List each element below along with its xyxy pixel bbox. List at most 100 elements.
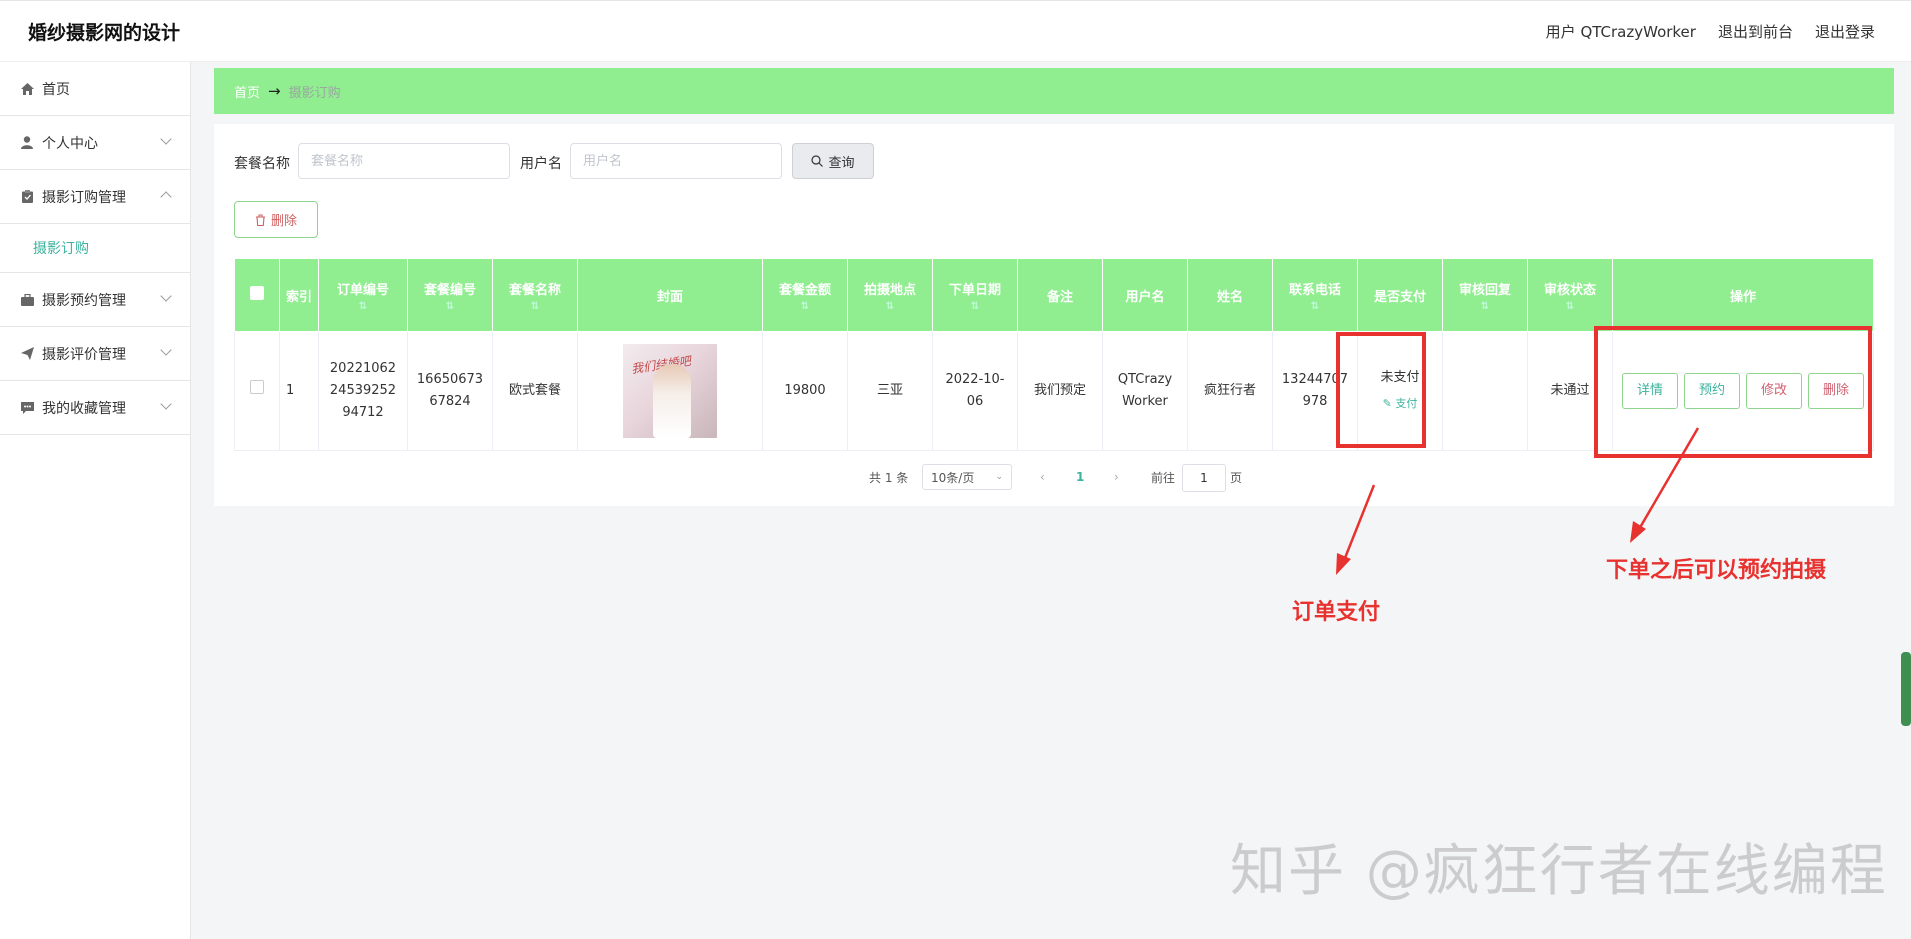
top-bar: 婚纱摄影网的设计 用户 QTCrazyWorker 退出到前台 退出登录	[0, 0, 1911, 62]
sort-icon[interactable]: ⇅	[497, 301, 573, 312]
chevron-down-icon	[160, 398, 172, 410]
user-icon	[20, 136, 34, 150]
sort-icon[interactable]: ⇅	[1532, 301, 1608, 312]
col-paid[interactable]: 是否支付	[1357, 258, 1443, 332]
cover-image[interactable]: 我们结婚吧	[623, 344, 717, 438]
home-icon	[20, 82, 34, 96]
top-nav: 用户 QTCrazyWorker 退出到前台 退出登录	[1546, 21, 1875, 42]
chevron-down-icon	[160, 290, 172, 302]
chevron-down-icon: ⌄	[995, 472, 1003, 482]
sidebar-item-order-management[interactable]: 摄影订购管理	[0, 170, 190, 224]
username-input[interactable]	[570, 143, 782, 179]
clipboard-icon	[20, 190, 34, 204]
col-amount[interactable]: 套餐金额 ⇅	[762, 258, 848, 332]
search-icon	[811, 155, 824, 167]
row-checkbox[interactable]	[250, 380, 264, 394]
query-button[interactable]: 查询	[792, 143, 874, 179]
current-user[interactable]: 用户 QTCrazyWorker	[1546, 21, 1696, 42]
prev-page-icon[interactable]: ‹	[1040, 464, 1045, 490]
arrow-head	[1336, 553, 1351, 575]
chevron-down-icon	[160, 133, 172, 145]
row-select-cell[interactable]	[234, 331, 280, 451]
col-remark[interactable]: 备注	[1017, 258, 1103, 332]
col-cover: 封面	[577, 258, 763, 332]
sort-icon[interactable]: ⇅	[1277, 301, 1353, 312]
exit-to-front-link[interactable]: 退出到前台	[1718, 21, 1793, 42]
cell-name: 疯狂行者	[1187, 331, 1273, 451]
sort-icon[interactable]: ⇅	[852, 301, 928, 312]
bride-figure	[653, 364, 691, 438]
sidebar: 首页 个人中心 摄影订购管理 摄影订购 摄影预约管理 摄影评价管理 我的收藏管理	[0, 62, 191, 939]
arrow-head	[1630, 521, 1646, 543]
sidebar-item-label: 摄影订购管理	[42, 189, 126, 206]
page-number[interactable]: 1	[1076, 464, 1084, 490]
sidebar-item-label: 个人中心	[42, 135, 98, 152]
breadcrumb: 首页 → 摄影订购	[214, 68, 1894, 114]
col-name[interactable]: 姓名	[1187, 258, 1273, 332]
sidebar-item-favorites-management[interactable]: 我的收藏管理	[0, 381, 190, 435]
page-unit-label: 页	[1230, 470, 1243, 485]
cell-review-reply	[1442, 331, 1528, 451]
next-page-icon[interactable]: ›	[1114, 464, 1119, 490]
col-index: 索引	[279, 258, 319, 332]
package-name-input[interactable]	[298, 143, 510, 179]
sidebar-item-booking-management[interactable]: 摄影预约管理	[0, 273, 190, 327]
annotation-pay: 订单支付	[1292, 600, 1381, 625]
scrollbar-thumb[interactable]	[1901, 652, 1911, 726]
cell-location: 三亚	[847, 331, 933, 451]
app-title: 婚纱摄影网的设计	[28, 22, 181, 44]
col-date[interactable]: 下单日期 ⇅	[932, 258, 1018, 332]
sort-icon[interactable]: ⇅	[323, 301, 403, 312]
chevron-down-icon	[160, 344, 172, 356]
sidebar-item-label: 摄影预约管理	[42, 292, 126, 309]
sidebar-subitem-photo-order[interactable]: 摄影订购	[0, 224, 190, 273]
breadcrumb-current: 摄影订购	[288, 85, 341, 101]
goto-page-input[interactable]: 1	[1182, 464, 1226, 492]
breadcrumb-home[interactable]: 首页	[234, 82, 260, 101]
sidebar-item-home[interactable]: 首页	[0, 62, 190, 116]
cell-order-no: 20221062 24539252 94712	[318, 331, 408, 451]
goto-label: 前往	[1151, 470, 1176, 485]
page-size-select[interactable]: 10条/页 ⌄	[922, 464, 1012, 490]
cell-index: 1	[279, 331, 319, 451]
send-icon	[20, 347, 34, 361]
sidebar-item-label: 首页	[42, 81, 70, 98]
select-all-cell[interactable]	[234, 258, 280, 332]
col-username[interactable]: 用户名	[1102, 258, 1188, 332]
cell-package-name: 欧式套餐	[492, 331, 578, 451]
batch-delete-button[interactable]: 删除	[234, 201, 318, 238]
sort-icon[interactable]: ⇅	[767, 301, 843, 312]
batch-delete-label: 删除	[270, 214, 297, 229]
annotation-book: 下单之后可以预约拍摄	[1606, 558, 1827, 583]
col-package-name[interactable]: 套餐名称 ⇅	[492, 258, 578, 332]
cell-package-no: 16650673 67824	[407, 331, 493, 451]
col-review-status[interactable]: 审核状态 ⇅	[1527, 258, 1613, 332]
actions-highlight-box	[1594, 326, 1872, 458]
col-phone[interactable]: 联系电话 ⇅	[1272, 258, 1358, 332]
sidebar-item-label: 摄影评价管理	[42, 346, 126, 363]
sidebar-item-profile[interactable]: 个人中心	[0, 116, 190, 170]
col-package-no[interactable]: 套餐编号 ⇅	[407, 258, 493, 332]
col-review-reply[interactable]: 审核回复 ⇅	[1442, 258, 1528, 332]
logout-link[interactable]: 退出登录	[1815, 21, 1875, 42]
cell-amount: 19800	[762, 331, 848, 451]
watermark: 知乎 @疯狂行者在线编程	[1230, 839, 1888, 904]
briefcase-icon	[20, 293, 34, 307]
pager-total: 共 1 条	[869, 470, 909, 485]
sidebar-item-label: 我的收藏管理	[42, 400, 126, 417]
cell-username: QTCrazy Worker	[1102, 331, 1188, 451]
username-label: 用户名	[520, 156, 562, 172]
col-location[interactable]: 拍摄地点 ⇅	[847, 258, 933, 332]
table-header-row: 索引 订单编号 ⇅ 套餐编号 ⇅ 套餐名称 ⇅ 封面 套餐金额 ⇅ 拍摄地点 ⇅ 下单日期…	[234, 258, 1874, 332]
sidebar-item-review-management[interactable]: 摄影评价管理	[0, 327, 190, 381]
sort-icon[interactable]: ⇅	[1447, 301, 1523, 312]
col-order-no[interactable]: 订单编号 ⇅	[318, 258, 408, 332]
select-all-checkbox[interactable]	[250, 286, 264, 300]
cell-date: 2022-10- 06	[932, 331, 1018, 451]
chevron-up-icon	[160, 191, 172, 203]
sort-icon[interactable]: ⇅	[412, 301, 488, 312]
breadcrumb-arrow: →	[268, 82, 281, 100]
sort-icon[interactable]: ⇅	[937, 301, 1013, 312]
cell-remark: 我们预定	[1017, 331, 1103, 451]
package-name-label: 套餐名称	[234, 156, 290, 172]
